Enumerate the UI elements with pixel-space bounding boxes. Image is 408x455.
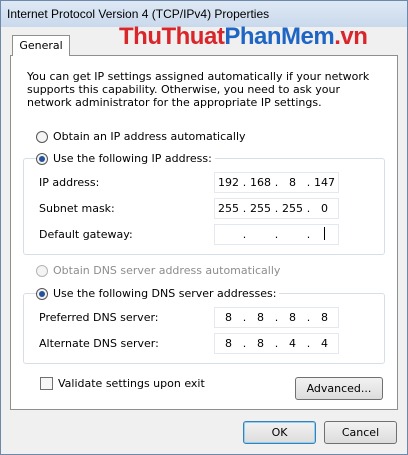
alternate-dns-octet-1: 8: [225, 337, 232, 350]
preferred-dns-label: Preferred DNS server:: [39, 311, 159, 324]
use-following-dns-radio[interactable]: [36, 287, 48, 300]
use-following-ip-radio[interactable]: [36, 152, 48, 165]
obtain-ip-auto-option[interactable]: Obtain an IP address automatically: [36, 130, 249, 143]
default-gateway-label: Default gateway:: [39, 228, 133, 241]
intro-text: You can get IP settings assigned automat…: [27, 70, 370, 109]
advanced-button[interactable]: Advanced...: [295, 377, 383, 400]
ip-address-octet-2: 168: [250, 176, 271, 189]
ip-address-octet-3: 8: [289, 176, 296, 189]
alternate-dns-octet-3: 4: [289, 337, 296, 350]
use-following-ip-option[interactable]: Use the following IP address:: [36, 152, 215, 165]
ip-address-octet-4: 147: [314, 176, 335, 189]
alternate-dns-octet-4: 4: [321, 337, 328, 350]
ipv4-properties-dialog: Internet Protocol Version 4 (TCP/IPv4) P…: [0, 0, 408, 455]
preferred-dns-octet-1: 8: [225, 311, 232, 324]
obtain-dns-auto-label: Obtain DNS server address automatically: [53, 264, 281, 277]
default-gateway-octet-4: [312, 226, 338, 243]
watermark-part-5: .vn: [334, 23, 368, 50]
alternate-dns-input[interactable]: 8. 8. 4. 4: [214, 333, 339, 354]
use-following-ip-label: Use the following IP address:: [53, 152, 212, 165]
obtain-dns-auto-radio[interactable]: [36, 264, 48, 277]
alternate-dns-octet-2: 8: [257, 337, 264, 350]
watermark-part-2: Thuat: [161, 23, 225, 50]
obtain-ip-auto-label: Obtain an IP address automatically: [53, 130, 246, 143]
alternate-dns-label: Alternate DNS server:: [39, 337, 159, 350]
subnet-mask-input[interactable]: 255. 255. 255. 0: [214, 198, 339, 219]
watermark-part-4: Mem: [281, 23, 335, 50]
use-following-dns-label: Use the following DNS server addresses:: [53, 287, 277, 300]
watermark-logo: ThuThuatPhanMem.vn: [119, 23, 368, 51]
ip-address-octet-1: 192: [218, 176, 239, 189]
subnet-mask-octet-2: 255: [250, 202, 271, 215]
tab-general[interactable]: General: [12, 35, 70, 56]
preferred-dns-input[interactable]: 8. 8. 8. 8: [214, 307, 339, 328]
general-tab-panel: You can get IP settings assigned automat…: [10, 55, 398, 410]
validate-settings-checkbox[interactable]: [40, 377, 53, 390]
subnet-mask-label: Subnet mask:: [39, 202, 115, 215]
preferred-dns-octet-3: 8: [289, 311, 296, 324]
obtain-ip-auto-radio[interactable]: [36, 130, 48, 143]
use-following-dns-option[interactable]: Use the following DNS server addresses:: [36, 287, 280, 300]
preferred-dns-octet-4: 8: [321, 311, 328, 324]
obtain-dns-auto-option[interactable]: Obtain DNS server address automatically: [36, 264, 284, 277]
subnet-mask-octet-4: 0: [321, 202, 328, 215]
window-title: Internet Protocol Version 4 (TCP/IPv4) P…: [7, 7, 270, 21]
subnet-mask-octet-3: 255: [282, 202, 303, 215]
default-gateway-input[interactable]: . . .: [214, 224, 339, 245]
cancel-button[interactable]: Cancel: [324, 421, 397, 444]
ok-button[interactable]: OK: [243, 421, 316, 444]
watermark-part-3: Phan: [224, 23, 281, 50]
text-caret: [324, 226, 325, 240]
validate-settings-label: Validate settings upon exit: [58, 377, 205, 390]
ip-address-label: IP address:: [39, 176, 100, 189]
validate-settings-option[interactable]: Validate settings upon exit: [40, 377, 205, 390]
subnet-mask-octet-1: 255: [218, 202, 239, 215]
watermark-part-1: Thu: [119, 23, 162, 50]
ip-address-input[interactable]: 192. 168. 8. 147: [214, 172, 339, 193]
preferred-dns-octet-2: 8: [257, 311, 264, 324]
